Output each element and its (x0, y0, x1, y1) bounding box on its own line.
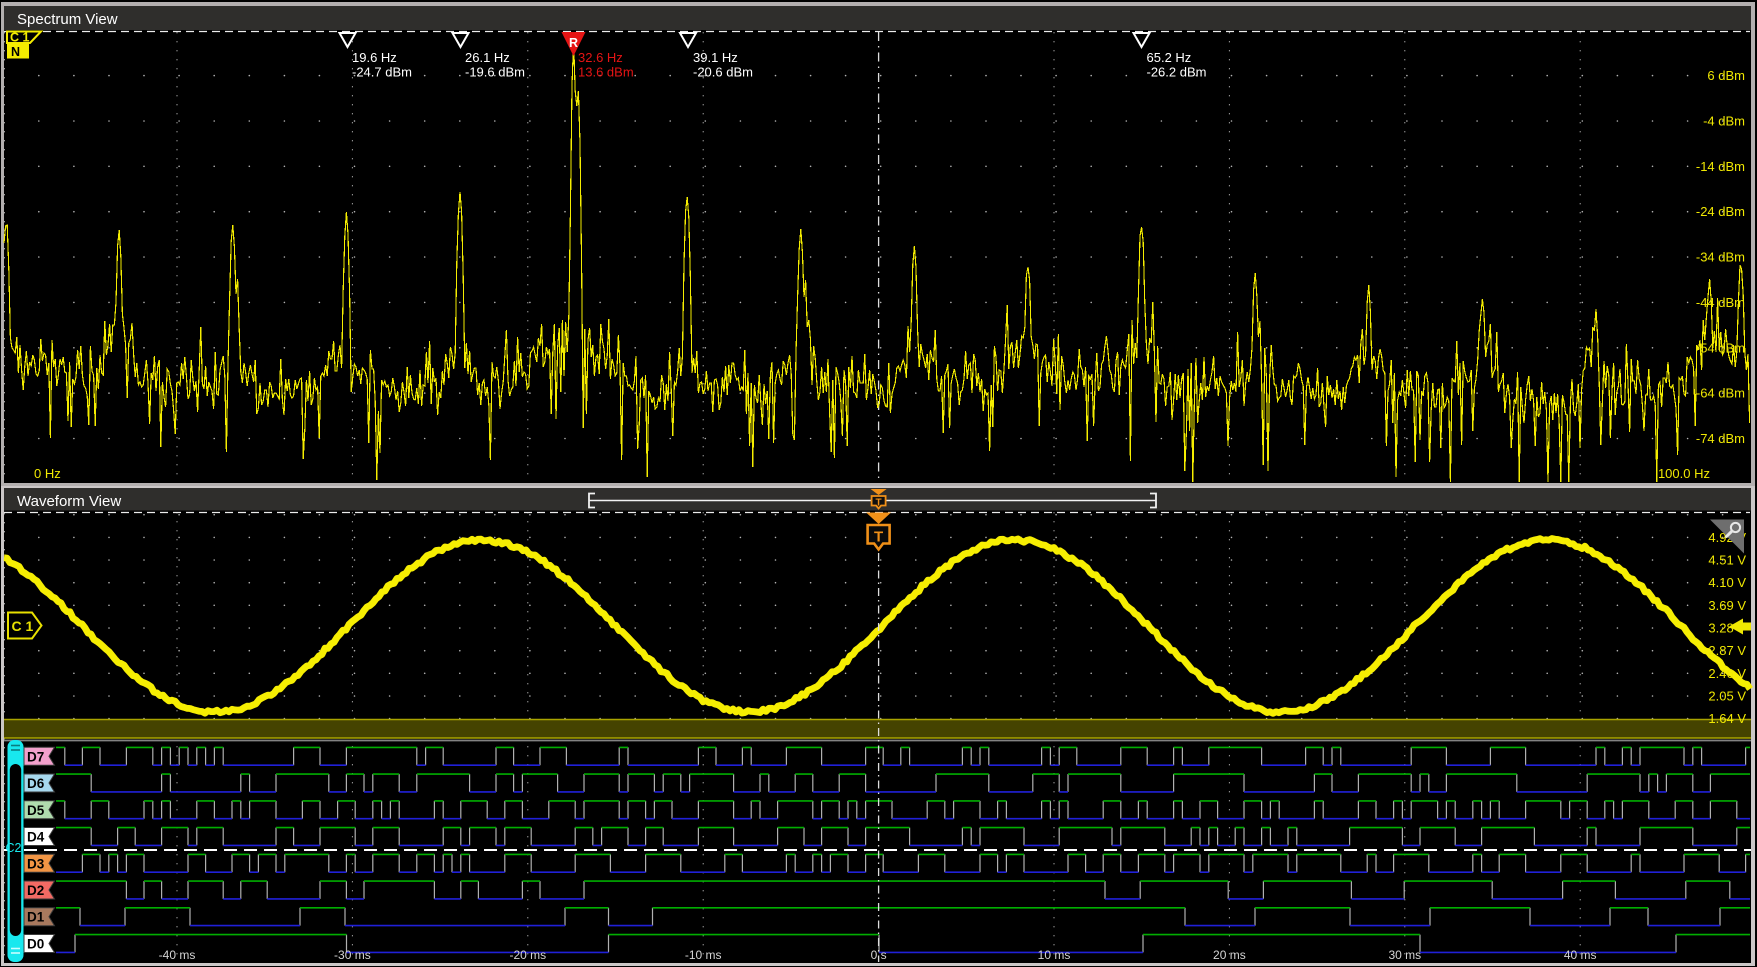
svg-text:D7: D7 (27, 749, 44, 764)
svg-text:40 ms: 40 ms (1564, 948, 1597, 962)
svg-text:26.1 Hz: 26.1 Hz (465, 50, 510, 65)
svg-text:32.6 Hz: 32.6 Hz (578, 50, 623, 65)
svg-text:D4: D4 (27, 830, 45, 845)
svg-text:6 dBm: 6 dBm (1707, 68, 1745, 83)
svg-text:-54 dBm: -54 dBm (1696, 340, 1745, 355)
svg-text:D2: D2 (27, 883, 44, 898)
svg-text:0 s: 0 s (871, 948, 887, 962)
svg-text:T: T (876, 498, 882, 509)
svg-text:13.6 dBm: 13.6 dBm (578, 65, 634, 80)
svg-text:2.87 V: 2.87 V (1708, 643, 1746, 658)
svg-text:-26.2 dBm: -26.2 dBm (1147, 65, 1207, 80)
svg-text:T: T (874, 529, 883, 546)
svg-text:100.0 Hz: 100.0 Hz (1658, 466, 1710, 481)
svg-text:D3: D3 (27, 856, 45, 871)
svg-text:C 1: C 1 (10, 31, 30, 45)
svg-text:-64 dBm: -64 dBm (1696, 386, 1745, 401)
svg-text:-30 ms: -30 ms (334, 948, 371, 962)
svg-text:-14 dBm: -14 dBm (1696, 159, 1745, 174)
svg-text:-34 dBm: -34 dBm (1696, 250, 1745, 265)
svg-text:65.2 Hz: 65.2 Hz (1147, 50, 1192, 65)
svg-text:D1: D1 (27, 910, 45, 925)
svg-text:20 ms: 20 ms (1213, 948, 1246, 962)
svg-text:-19.6 dBm: -19.6 dBm (465, 65, 525, 80)
svg-text:R: R (569, 36, 578, 50)
svg-text:-24.7 dBm: -24.7 dBm (352, 65, 412, 80)
svg-text:1.64 V: 1.64 V (1708, 711, 1746, 726)
svg-text:D0: D0 (27, 937, 44, 952)
svg-text:-10 ms: -10 ms (685, 948, 722, 962)
svg-text:-40 ms: -40 ms (159, 948, 196, 962)
svg-text:19.6 Hz: 19.6 Hz (352, 50, 397, 65)
svg-text:Waveform View: Waveform View (17, 493, 121, 510)
svg-text:39.1 Hz: 39.1 Hz (693, 50, 738, 65)
svg-text:D6: D6 (27, 776, 45, 791)
svg-text:4.51 V: 4.51 V (1708, 553, 1746, 568)
svg-text:Spectrum View: Spectrum View (17, 11, 118, 28)
svg-text:10 ms: 10 ms (1038, 948, 1071, 962)
svg-text:D5: D5 (27, 803, 45, 818)
svg-text:30 ms: 30 ms (1388, 948, 1421, 962)
svg-text:C 1: C 1 (12, 618, 34, 634)
svg-text:3.69 V: 3.69 V (1708, 598, 1746, 613)
svg-text:2.46 V: 2.46 V (1708, 666, 1746, 681)
svg-text:-24 dBm: -24 dBm (1696, 204, 1745, 219)
svg-text:0 Hz: 0 Hz (34, 466, 61, 481)
svg-text:-4 dBm: -4 dBm (1703, 114, 1745, 129)
svg-text:2.05 V: 2.05 V (1708, 689, 1746, 704)
svg-text:N: N (11, 45, 20, 59)
svg-text:4.10 V: 4.10 V (1708, 575, 1746, 590)
svg-text:-20 ms: -20 ms (509, 948, 546, 962)
svg-text:-74 dBm: -74 dBm (1696, 431, 1745, 446)
svg-text:C2: C2 (6, 841, 22, 855)
svg-text:-44 dBm: -44 dBm (1696, 295, 1745, 310)
svg-text:-20.6 dBm: -20.6 dBm (693, 65, 753, 80)
